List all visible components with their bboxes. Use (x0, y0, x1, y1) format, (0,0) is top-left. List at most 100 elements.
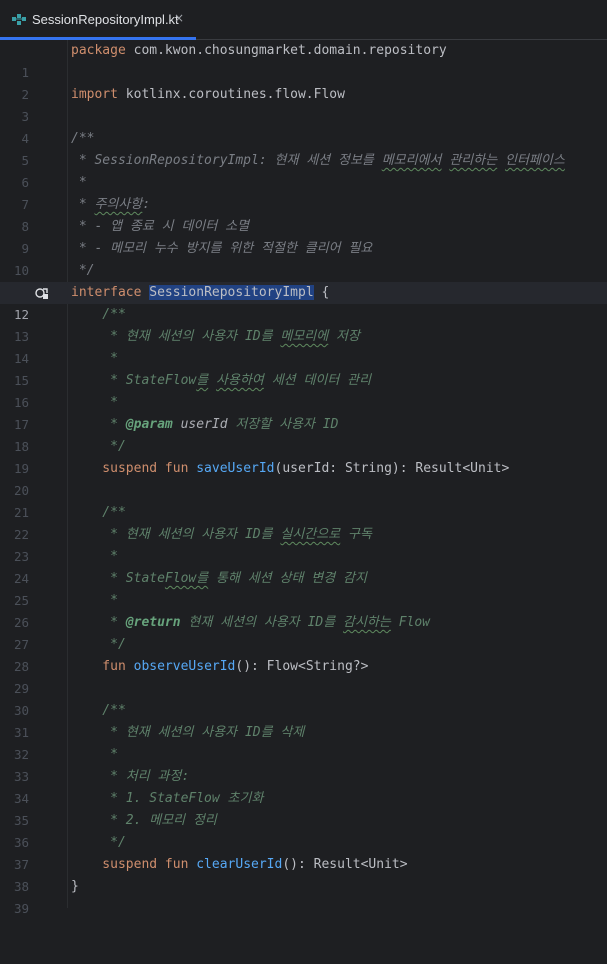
code-line: 31 /** (0, 700, 607, 740)
code-line: 9 * - 앱 종료 시 데이터 소멸 (0, 216, 607, 256)
code-line: 19 */ (0, 436, 607, 476)
code-line: 26 * (0, 590, 607, 630)
doc-comment-text: * (71, 351, 118, 366)
doc-comment-text: */ (71, 637, 126, 652)
suspend-fun-keyword: suspend fun (71, 857, 197, 872)
doc-comment-text: * (71, 395, 118, 410)
doc-comment-text: 저장 (328, 329, 360, 344)
code-line: 24 * (0, 546, 607, 586)
import-path: kotlinx.coroutines.flow.Flow (117, 87, 345, 102)
function-signature: (): Result<Unit> (282, 857, 408, 872)
interface-keyword: interface (71, 285, 142, 300)
code-line: 29 fun observeUserId(): Flow<String?> (0, 656, 607, 696)
line-number: 39 (13, 901, 29, 916)
function-name-observe-user-id[interactable]: observeUserId (134, 659, 236, 674)
code-line: 30 (0, 678, 607, 718)
doc-comment-text: /** (71, 505, 126, 520)
code-line: 8 * 주의사항: (0, 194, 607, 234)
code-line: 13 /** (0, 304, 607, 344)
implemented-interface-icon[interactable] (35, 286, 49, 300)
code-line: 20 suspend fun saveUserId(userId: String… (0, 458, 607, 498)
comment-text: * - 앱 종료 시 데이터 소멸 (71, 219, 250, 234)
code-line: 38 suspend fun clearUserId(): Result<Uni… (0, 854, 607, 894)
comment-text: 인터페이스 (505, 153, 565, 168)
code-line: 22 /** (0, 502, 607, 542)
code-line: 1 package com.kwon.chosungmarket.domain.… (0, 40, 607, 80)
doc-comment-text: * State (71, 571, 165, 586)
comment-text: 관리하는 (449, 153, 498, 168)
doc-comment-text: * 현재 세션의 사용자 ID를 (71, 329, 281, 344)
doc-comment-text: * (71, 747, 118, 762)
function-name-save-user-id[interactable]: saveUserId (196, 461, 274, 476)
import-keyword: import (71, 87, 118, 102)
tab-filename: SessionRepositoryImpl.kt (32, 12, 179, 27)
doc-comment-text: * 현재 세션의 사용자 ID를 삭제 (71, 725, 305, 740)
code-line: 17 * (0, 392, 607, 432)
doc-comment-text: 세션 데이터 관리 (263, 373, 372, 388)
doc-comment-text: * (71, 549, 118, 564)
code-line: 37 */ (0, 832, 607, 872)
doc-comment-text: 를 (196, 373, 209, 388)
doc-comment-text: /** (71, 703, 126, 718)
comment-text: 메모리에서 (381, 153, 442, 168)
comment-text (497, 153, 505, 168)
doc-comment-text: /** (71, 307, 126, 322)
doc-comment-text: * 2. 메모리 정리 (71, 813, 217, 828)
doc-comment-text: * (71, 593, 118, 608)
code-line: 36 * 2. 메모리 정리 (0, 810, 607, 850)
code-editor[interactable]: 1 package com.kwon.chosungmarket.domain.… (0, 40, 607, 916)
doc-comment-text: * 처리 과정: (71, 769, 190, 784)
doc-comment-text: */ (71, 835, 126, 850)
code-line: 25 * StateFlow를 통해 세션 상태 변경 감지 (0, 568, 607, 608)
code-line: 7 * (0, 172, 607, 212)
comment-text: * SessionRepositoryImpl: 현재 세션 정보를 (71, 153, 382, 168)
doc-comment-text: * (71, 417, 126, 432)
doc-comment-text (208, 373, 216, 388)
doc-comment-text: * 현재 세션의 사용자 ID를 (71, 527, 281, 542)
doc-comment-text: Flow를 (164, 571, 209, 586)
code-line: 16 * StateFlow를 사용하여 세션 데이터 관리 (0, 370, 607, 410)
code-line: 11 */ (0, 260, 607, 300)
doc-comment-text: 메모리에 (280, 329, 329, 344)
code-line: 28 */ (0, 634, 607, 674)
doc-comment-text: * 1. StateFlow 초기화 (71, 791, 264, 806)
fun-keyword: fun (71, 659, 134, 674)
code-line: 4 (0, 106, 607, 146)
comment-text: * (71, 175, 87, 190)
doc-comment-text: 통해 세션 상태 변경 감지 (208, 571, 367, 586)
comment-text: : (142, 197, 151, 212)
doc-comment-text: 사용하여 (216, 373, 264, 388)
kotlin-interface-icon (12, 14, 26, 25)
code-line: 2 (0, 62, 607, 102)
param-name: userId (180, 417, 228, 432)
code-line: 33 * (0, 744, 607, 784)
function-name-clear-user-id[interactable]: clearUserId (196, 857, 282, 872)
return-tag: @return (125, 615, 181, 630)
code-line: 27 * @return 현재 세션의 사용자 ID를 감시하는 Flow (0, 612, 607, 652)
code-line: 35 * 1. StateFlow 초기화 (0, 788, 607, 828)
doc-comment-text: */ (71, 439, 126, 454)
tab-session-repository-impl[interactable]: SessionRepositoryImpl.kt × (0, 0, 196, 40)
interface-name-selected[interactable]: SessionRepositoryImpl (149, 285, 314, 300)
doc-comment-text: Flow (390, 615, 431, 630)
editor-tab-bar: SessionRepositoryImpl.kt × (0, 0, 607, 40)
code-line: 18 * @param userId 저장할 사용자 ID (0, 414, 607, 454)
code-line: 10 * - 메모리 누수 방지를 위한 적절한 클리어 필요 (0, 238, 607, 278)
code-line: 15 * (0, 348, 607, 388)
param-tag: @param (125, 417, 173, 432)
code-line-current: 12 interface SessionRepositoryImpl { (0, 282, 607, 322)
close-brace: } (71, 879, 79, 894)
code-line: 5 /** (0, 128, 607, 168)
close-icon[interactable]: × (174, 11, 184, 25)
code-line: 34 * 처리 과정: (0, 766, 607, 806)
comment-text: /** (71, 131, 95, 146)
code-line: 14 * 현재 세션의 사용자 ID를 메모리에 저장 (0, 326, 607, 366)
doc-comment-text: 저장할 사용자 ID (227, 417, 339, 432)
function-signature: (userId: String): Result<Unit> (274, 461, 510, 476)
comment-text: * - 메모리 누수 방지를 위한 적절한 클리어 필요 (71, 241, 373, 256)
suspend-fun-keyword: suspend fun (71, 461, 197, 476)
doc-comment-text: 실시간으로 (280, 527, 341, 542)
doc-comment-text: * (71, 615, 126, 630)
package-keyword: package (71, 43, 126, 58)
code-line: 3 import kotlinx.coroutines.flow.Flow (0, 84, 607, 124)
